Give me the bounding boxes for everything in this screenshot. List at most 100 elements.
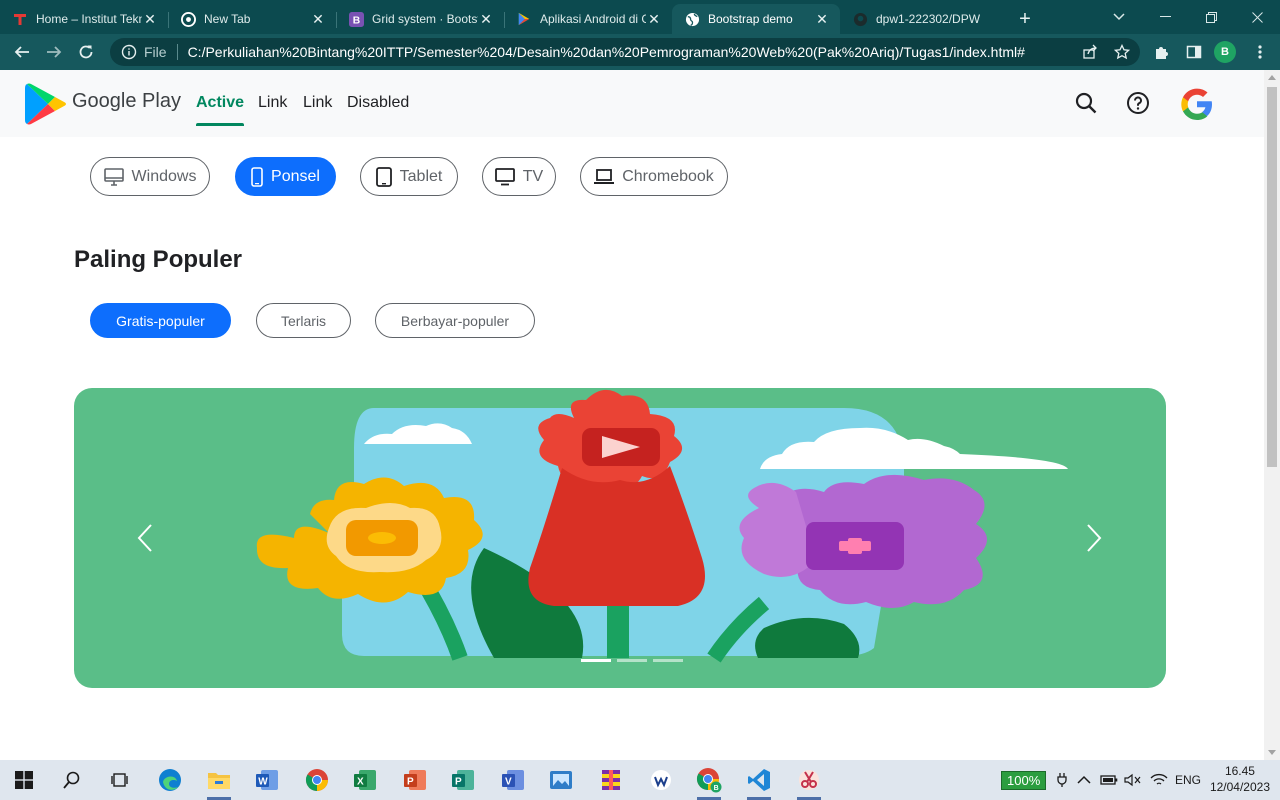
publisher-icon[interactable]: P [443, 764, 483, 796]
bookmark-star-icon[interactable] [1112, 42, 1132, 62]
carousel-indicator-3[interactable] [653, 659, 683, 662]
monitor-icon [103, 167, 124, 186]
clock-time: 16.45 [1224, 764, 1255, 778]
file-explorer-icon[interactable] [199, 764, 239, 800]
nav-link-1[interactable]: Link [258, 94, 287, 112]
url-scheme-label: File [144, 44, 167, 60]
svg-text:P: P [407, 777, 414, 788]
close-tab-icon[interactable]: ✕ [478, 11, 494, 27]
carousel-prev-button[interactable] [125, 518, 165, 558]
phone-icon [251, 166, 263, 187]
scroll-up-arrow-icon[interactable] [1268, 75, 1276, 80]
winrar-icon[interactable] [591, 764, 631, 796]
carousel-next-button[interactable] [1074, 518, 1114, 558]
svg-text:P: P [455, 777, 462, 788]
browser-tab-4[interactable]: Aplikasi Android di Google Play ✕ [504, 4, 672, 34]
wps-icon[interactable] [641, 764, 681, 796]
scrollbar-thumb[interactable] [1267, 87, 1277, 467]
device-chip-ponsel[interactable]: Ponsel [235, 157, 336, 196]
restore-icon[interactable] [1188, 0, 1234, 34]
minimize-icon[interactable] [1142, 0, 1188, 34]
browser-tab-6[interactable]: dpw1-222302/DPW [840, 4, 1008, 34]
url-text[interactable]: C:/Perkuliahan%20Bintang%20ITTP/Semester… [188, 44, 1025, 60]
task-view-icon[interactable] [100, 764, 140, 796]
forward-icon[interactable] [38, 36, 70, 68]
carousel-indicator-1[interactable] [581, 659, 611, 662]
filter-berbayar-populer-button[interactable]: Berbayar-populer [375, 303, 535, 338]
wifi-icon[interactable] [1150, 760, 1168, 800]
language-indicator[interactable]: ENG [1175, 760, 1201, 800]
close-tab-icon[interactable]: ✕ [814, 11, 830, 27]
show-hidden-icons-icon[interactable] [1077, 760, 1091, 800]
carousel [74, 388, 1166, 688]
close-tab-icon[interactable]: ✕ [646, 11, 662, 27]
clock-date: 12/04/2023 [1209, 780, 1270, 794]
browser-tab-2[interactable]: New Tab ✕ [168, 4, 336, 34]
search-icon[interactable] [52, 764, 92, 796]
address-bar[interactable]: File C:/Perkuliahan%20Bintang%20ITTP/Sem… [110, 38, 1140, 66]
device-chip-tablet[interactable]: Tablet [360, 157, 458, 196]
carousel-indicator-2[interactable] [617, 659, 647, 662]
device-chip-label: TV [522, 167, 544, 185]
tab-title: Aplikasi Android di Google Play [540, 12, 646, 26]
ittp-favicon-icon [12, 11, 28, 27]
side-panel-icon[interactable] [1184, 42, 1204, 62]
powerpoint-icon[interactable]: P [395, 764, 435, 796]
clock[interactable]: 16.45 12/04/2023 [1210, 763, 1270, 795]
close-window-icon[interactable] [1234, 0, 1280, 34]
chrome-profile-icon[interactable]: B [689, 764, 729, 800]
chrome-icon[interactable] [297, 764, 337, 796]
device-chip-label: Windows [131, 167, 197, 185]
help-icon[interactable] [1125, 90, 1151, 116]
start-icon[interactable] [4, 764, 44, 796]
close-tab-icon[interactable]: ✕ [310, 11, 326, 27]
google-play-logo-icon[interactable] [24, 83, 68, 125]
browser-tab-3[interactable]: B Grid system · Bootstrap ✕ [336, 4, 504, 34]
device-chip-tv[interactable]: TV [482, 157, 556, 196]
nav-link-2[interactable]: Link [303, 94, 332, 112]
close-tab-icon[interactable]: ✕ [142, 11, 158, 27]
tab-title: Home – Institut Teknologi [36, 12, 142, 26]
filter-gratis-populer-button[interactable]: Gratis-populer [90, 303, 231, 338]
volume-muted-icon[interactable] [1124, 760, 1142, 800]
scroll-down-arrow-icon[interactable] [1268, 750, 1276, 755]
vscode-icon[interactable] [739, 764, 779, 800]
laptop-icon [594, 168, 615, 184]
nav-link-active[interactable]: Active [196, 94, 245, 126]
svg-text:B: B [714, 785, 719, 792]
back-icon[interactable] [6, 36, 38, 68]
battery-icon[interactable] [1100, 760, 1118, 800]
filter-terlaris-button[interactable]: Terlaris [256, 303, 351, 338]
profile-avatar[interactable]: B [1214, 41, 1236, 63]
device-chip-windows[interactable]: Windows [90, 157, 210, 196]
photos-icon[interactable] [541, 764, 581, 796]
svg-text:V: V [505, 777, 512, 788]
excel-icon[interactable]: X [345, 764, 385, 796]
browser-tab-1[interactable]: Home – Institut Teknologi ✕ [0, 4, 168, 34]
snipping-tool-icon[interactable] [789, 764, 829, 800]
battery-indicator[interactable]: 100% [1001, 760, 1047, 800]
tab-search-icon[interactable] [1096, 0, 1142, 34]
chrome-icon [180, 11, 196, 27]
site-info-icon[interactable] [120, 43, 138, 61]
device-chip-label: Chromebook [622, 167, 714, 185]
browser-tab-strip: Home – Institut Teknologi ✕ New Tab ✕ B … [0, 0, 1280, 34]
site-navbar: Google Play Active Link Link Disabled [0, 70, 1264, 137]
menu-kebab-icon[interactable] [1250, 42, 1270, 62]
reload-icon[interactable] [70, 36, 102, 68]
edge-icon[interactable] [150, 764, 190, 796]
power-plug-icon[interactable] [1057, 760, 1067, 800]
svg-text:W: W [258, 777, 268, 788]
brand-name[interactable]: Google Play [72, 90, 181, 113]
browser-tab-5[interactable]: Bootstrap demo ✕ [672, 4, 840, 34]
new-tab-button[interactable]: + [1008, 4, 1042, 34]
share-icon[interactable] [1080, 42, 1100, 62]
search-icon[interactable] [1073, 90, 1099, 116]
extensions-icon[interactable] [1152, 42, 1172, 62]
google-account-icon[interactable] [1179, 86, 1215, 122]
word-icon[interactable]: W [247, 764, 287, 796]
page-scrollbar[interactable] [1264, 70, 1280, 760]
bootstrap-icon: B [348, 11, 364, 27]
visio-icon[interactable]: V [493, 764, 533, 796]
device-chip-chromebook[interactable]: Chromebook [580, 157, 728, 196]
